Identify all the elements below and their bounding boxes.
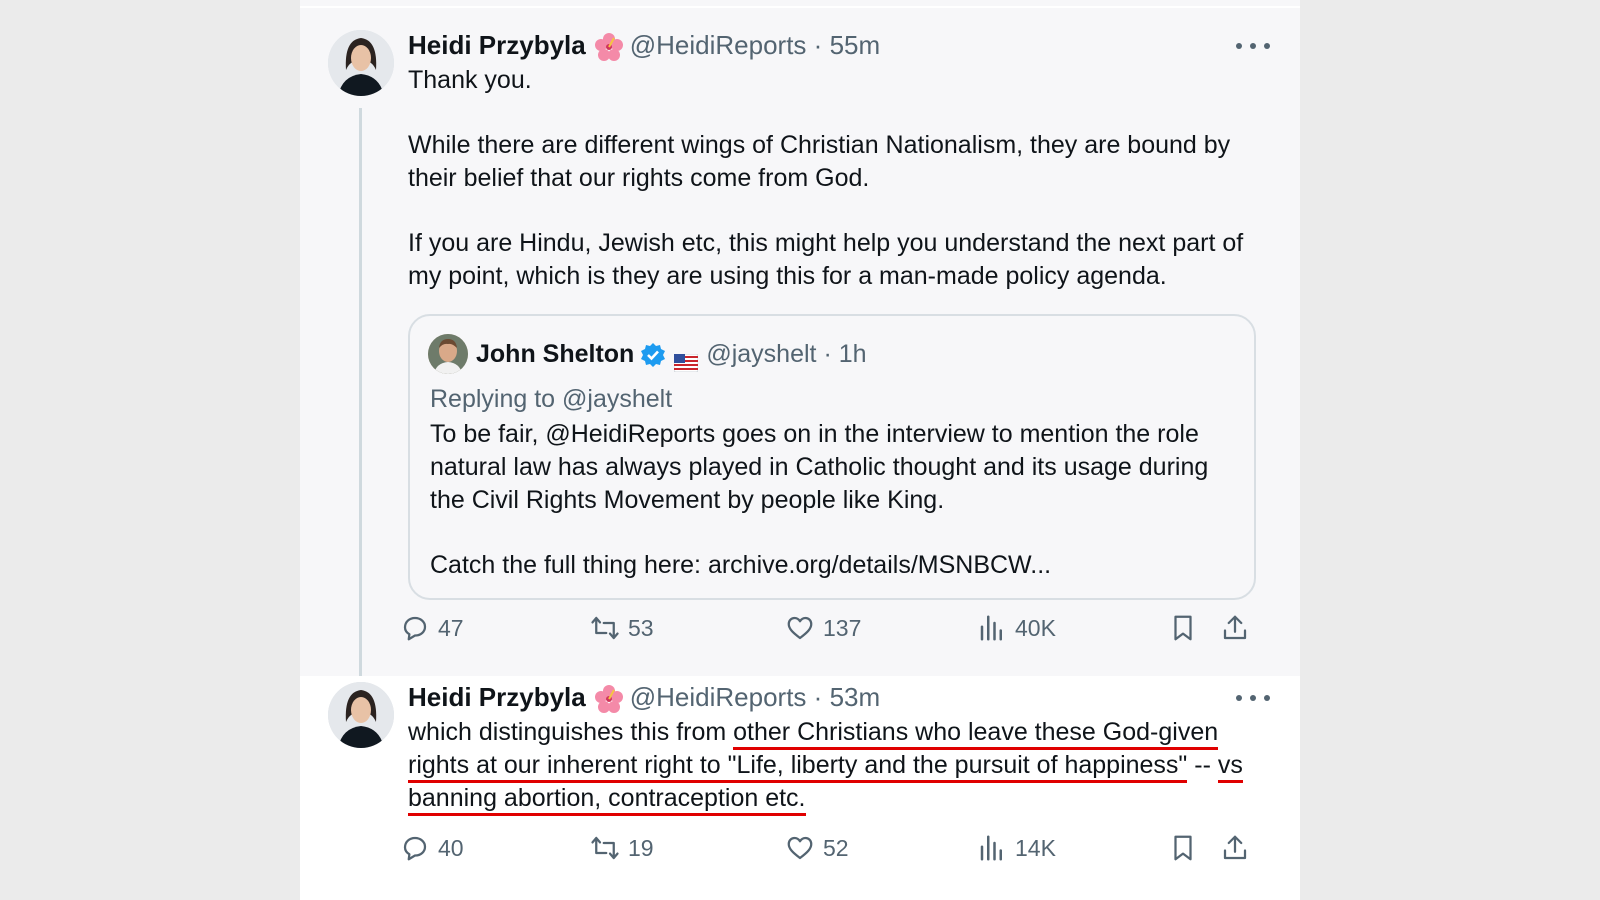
quoted-tweet[interactable]: John Shelton @jayshelt · 1h Replying to @… [408,314,1256,600]
tweet[interactable]: Heidi Przybyla @HeidiReports · 53m which … [300,676,1300,900]
replying-to[interactable]: Replying to @jayshelt [430,382,672,416]
quote-paragraph: Catch the full thing here: archive.org/d… [430,551,1052,579]
views-count: 14K [1015,834,1056,861]
views-button[interactable]: 40K [977,608,1056,648]
repost-count: 53 [628,614,654,641]
tweet-header: Heidi Przybyla @HeidiReports · 53m [408,680,880,714]
tweet-text: which distinguishes this from other Chri… [408,716,1268,816]
separator-dot: · [823,340,832,368]
hibiscus-emoji-icon [594,32,624,62]
quote-author-handle[interactable]: @jayshelt [706,340,816,368]
thread-line [359,108,362,696]
views-icon [980,835,1002,861]
bookmark-icon [1174,615,1192,641]
quote-timestamp[interactable]: 1h [839,340,867,368]
us-flag-icon [673,346,699,373]
tweet-text: Thank you. While there are different win… [408,64,1268,325]
views-icon [980,615,1002,641]
quote-avatar[interactable] [428,334,468,374]
author-handle[interactable]: @HeidiReports [630,30,807,60]
tweet-header: Heidi Przybyla @HeidiReports · 55m [408,28,880,62]
repost-icon [591,616,619,640]
timestamp[interactable]: 55m [830,30,881,60]
tweet-actions: 40 19 52 14K [400,828,1250,868]
like-button[interactable]: 52 [785,828,849,868]
tweet-text-plain: which distinguishes this from [408,718,734,746]
quote-header: John Shelton @jayshelt · 1h [476,336,867,373]
separator-dot: · [813,30,823,60]
reply-count: 47 [438,614,464,641]
quote-paragraph: To be fair, @HeidiReports goes on in the… [430,420,1209,514]
bookmark-icon [1174,835,1192,861]
reply-icon [403,616,427,641]
separator-dot: · [813,682,823,712]
repost-icon [591,836,619,860]
reply-button[interactable]: 47 [400,608,464,648]
quote-author-name[interactable]: John Shelton [476,340,634,368]
author-name[interactable]: Heidi Przybyla [408,682,586,712]
reply-count: 40 [438,834,464,861]
reply-button[interactable]: 40 [400,828,464,868]
more-icon[interactable] [1236,688,1270,708]
verified-badge-icon [640,342,666,368]
like-count: 137 [823,614,862,641]
bookmark-button[interactable] [1168,608,1206,648]
heart-icon [787,616,813,640]
share-button[interactable] [1220,608,1258,648]
author-name[interactable]: Heidi Przybyla [408,30,586,60]
avatar[interactable] [328,682,394,748]
tweet-paragraph: Thank you. [408,66,532,94]
bookmark-button[interactable] [1168,828,1206,868]
views-button[interactable]: 14K [977,828,1056,868]
avatar[interactable] [328,30,394,96]
like-button[interactable]: 137 [785,608,861,648]
reply-icon [403,836,427,861]
repost-button[interactable]: 53 [590,608,654,648]
timeline-panel: Heidi Przybyla @HeidiReports · 55m Thank … [300,0,1300,900]
share-icon [1223,615,1247,640]
tweet-actions: 47 53 137 40K [400,608,1250,648]
repost-count: 19 [628,834,654,861]
tweet-paragraph: While there are different wings of Chris… [408,131,1231,192]
author-handle[interactable]: @HeidiReports [630,682,807,712]
share-icon [1223,835,1247,860]
timestamp[interactable]: 53m [830,682,881,712]
tweet-text-tail: -- [1187,751,1218,779]
hibiscus-emoji-icon [594,684,624,714]
like-count: 52 [823,834,849,861]
tweet[interactable]: Heidi Przybyla @HeidiReports · 55m Thank … [300,8,1300,696]
repost-button[interactable]: 19 [590,828,654,868]
views-count: 40K [1015,614,1056,641]
more-icon[interactable] [1236,36,1270,56]
quote-text: To be fair, @HeidiReports goes on in the… [430,418,1230,614]
tweet-paragraph: If you are Hindu, Jewish etc, this might… [408,229,1244,290]
share-button[interactable] [1220,828,1258,868]
heart-icon [787,836,813,860]
